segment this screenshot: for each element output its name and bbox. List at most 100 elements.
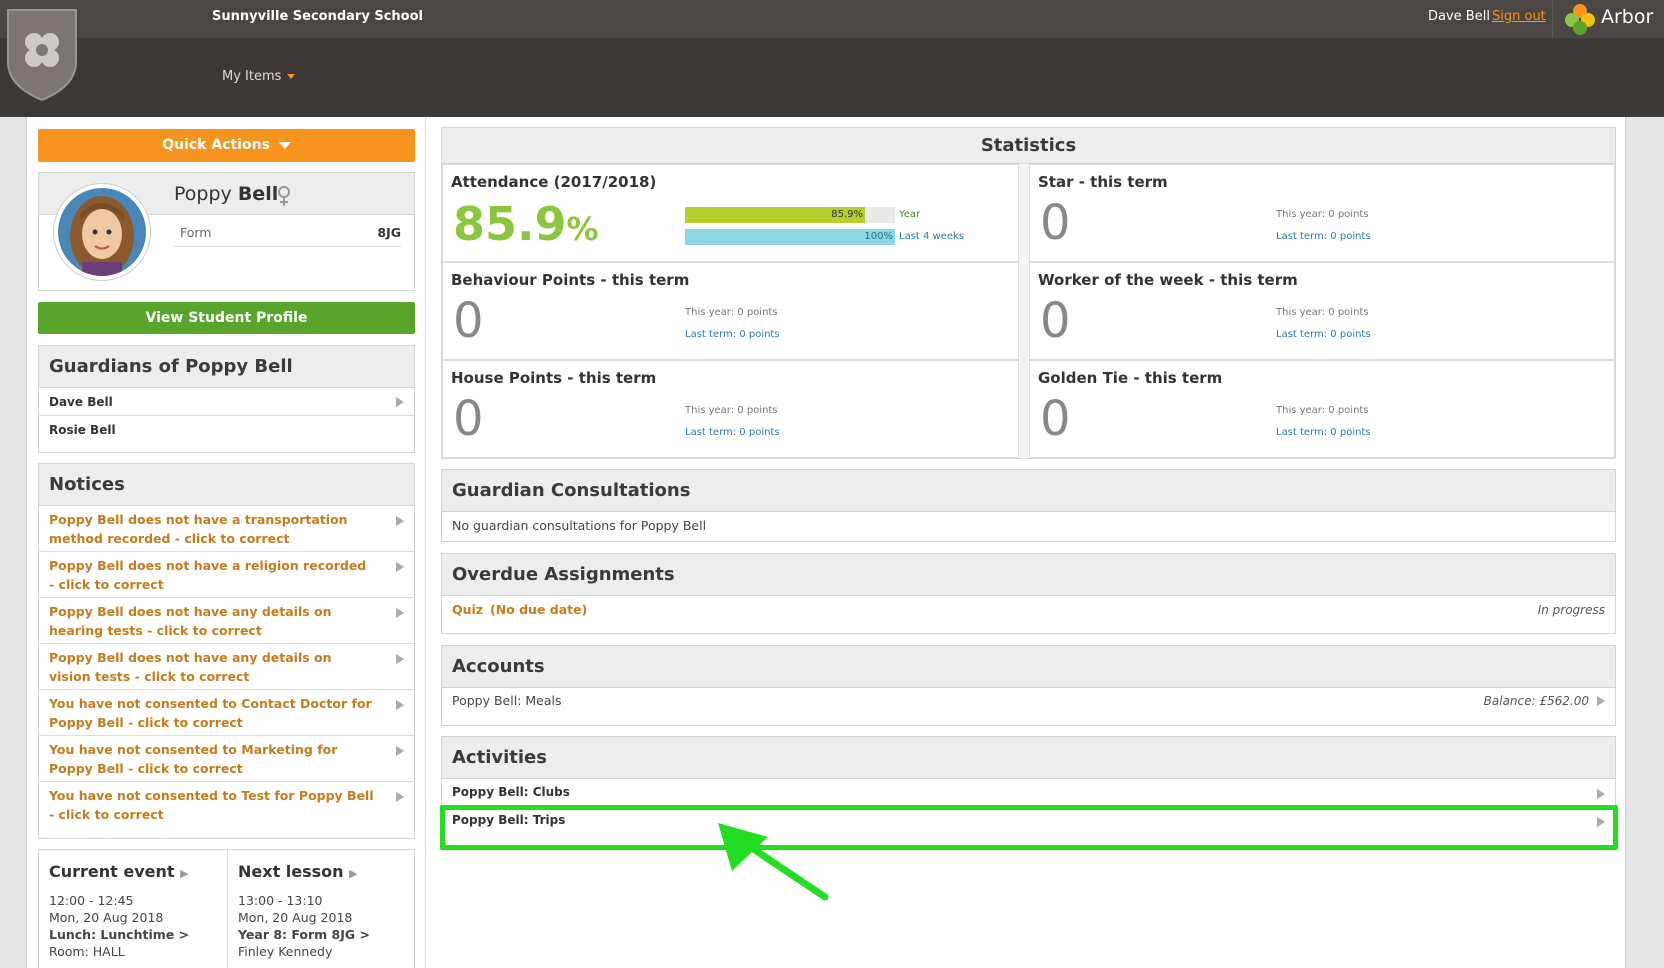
statistics-title: Statistics [442,128,1615,164]
star-title: Star - this term [1038,173,1168,191]
overdue-assignments-panel: Overdue Assignments Quiz (No due date) I… [441,553,1616,634]
student-name: Poppy Bell [174,183,278,205]
avatar[interactable] [53,183,151,281]
student-last-name: Bell [237,183,279,205]
assignment-status: In progress [1537,603,1605,617]
star-last-term: Last term: 0 points [1276,231,1371,242]
school-crest-icon[interactable] [4,6,80,102]
golden-tie-last-term: Last term: 0 points [1276,427,1371,438]
notice-text: You have not consented to Contact Doctor… [49,696,372,730]
worker-this-year: This year: 0 points [1276,307,1369,318]
notice-item[interactable]: You have not consented to Test for Poppy… [39,782,414,828]
activity-clubs-label: Poppy Bell: Clubs [452,785,570,799]
chevron-right-icon [396,700,404,710]
behaviour-stat[interactable]: Behaviour Points - this term 0 This year… [442,262,1019,360]
behaviour-this-year: This year: 0 points [685,307,778,318]
worker-title: Worker of the week - this term [1038,271,1298,289]
arbor-logo-icon [1565,4,1595,35]
notice-item[interactable]: Poppy Bell does not have any details on … [39,598,414,644]
worker-last-term: Last term: 0 points [1276,329,1371,340]
column-divider [425,117,426,968]
next-lesson-link[interactable]: Next lesson ▶ [238,862,358,881]
notice-text: Poppy Bell does not have any details on … [49,604,332,638]
caret-down-icon [287,74,296,79]
notice-item[interactable]: Poppy Bell does not have a transportatio… [39,506,414,552]
attendance-year-text: Year [899,209,921,220]
attendance-stat[interactable]: Attendance (2017/2018) 85.9% 85.9% Year … [442,164,1019,262]
star-stat[interactable]: Star - this term 0 This year: 0 points L… [1029,164,1615,262]
current-event-details: 12:00 - 12:45 Mon, 20 Aug 2018 Lunch: Lu… [49,892,189,960]
attendance-weeks-text: Last 4 weeks [899,231,965,242]
pointer-arrow-icon [718,823,829,901]
notice-text: You have not consented to Marketing for … [49,742,338,776]
next-lesson-time: 13:00 - 13:10 [238,893,323,908]
chevron-right-icon [1597,789,1605,799]
student-card: Poppy Bell Form 8JG [38,172,415,291]
chevron-right-icon [396,516,404,526]
form-value: 8JG [377,225,401,240]
guardian-item[interactable]: Rosie Bell [39,416,414,444]
guardian-item[interactable]: Dave Bell [39,388,414,416]
guardians-title: Guardians of Poppy Bell [39,346,414,388]
account-row[interactable]: Poppy Bell: Meals Balance: £562.00 [442,688,1615,726]
worker-stat[interactable]: Worker of the week - this term 0 This ye… [1029,262,1615,360]
chevron-right-icon [396,654,404,664]
golden-tie-stat[interactable]: Golden Tie - this term 0 This year: 0 po… [1029,360,1615,458]
account-name: Poppy Bell: Meals [452,693,562,708]
form-row: Form 8JG [174,215,401,247]
assignment-row[interactable]: Quiz (No due date) In progress [442,596,1615,634]
attendance-weeks-track: 100% [685,229,895,245]
notice-text: You have not consented to Test for Poppy… [49,788,374,822]
student-first-name: Poppy [174,183,232,205]
house-stat[interactable]: House Points - this term 0 This year: 0 … [442,360,1019,458]
my-items-label: My Items [222,69,282,84]
house-this-year: This year: 0 points [685,405,778,416]
current-event-name[interactable]: Lunch: Lunchtime > [49,926,189,943]
events-panel: Current event ▶ 12:00 - 12:45 Mon, 20 Au… [38,849,415,968]
chevron-right-icon [396,562,404,572]
house-last-term: Last term: 0 points [685,427,780,438]
attendance-unit: % [566,210,599,248]
guardian-name: Dave Bell [49,395,113,409]
current-event-date: Mon, 20 Aug 2018 [49,910,164,925]
house-title: House Points - this term [451,369,657,387]
star-value: 0 [1040,195,1071,251]
assignment-name: Quiz [452,602,484,617]
guardian-consultations-panel: Guardian Consultations No guardian consu… [441,469,1616,542]
notice-text: Poppy Bell does not have a religion reco… [49,558,367,592]
notice-item[interactable]: You have not consented to Marketing for … [39,736,414,782]
golden-tie-value: 0 [1040,391,1071,447]
highlight-box [440,805,1618,850]
accounts-panel: Accounts Poppy Bell: Meals Balance: £562… [441,645,1616,726]
golden-tie-this-year: This year: 0 points [1276,405,1369,416]
next-lesson-details: 13:00 - 13:10 Mon, 20 Aug 2018 Year 8: F… [238,892,370,960]
overdue-assignments-title: Overdue Assignments [442,554,1615,596]
next-lesson-date: Mon, 20 Aug 2018 [238,910,353,925]
quick-actions-button[interactable]: Quick Actions [38,129,415,162]
user-name: Dave Bell [1428,9,1490,24]
current-event-link[interactable]: Current event ▶ [49,862,189,881]
notice-item[interactable]: Poppy Bell does not have a religion reco… [39,552,414,598]
notice-item[interactable]: You have not consented to Contact Doctor… [39,690,414,736]
notice-item[interactable]: Poppy Bell does not have any details on … [39,644,414,690]
notices-title: Notices [39,464,414,506]
activity-item[interactable]: Poppy Bell: Clubs [442,779,1615,807]
arbor-brand[interactable]: Arbor [1552,0,1664,38]
notices-panel: Notices Poppy Bell does not have a trans… [38,463,415,839]
accounts-title: Accounts [442,646,1615,688]
quick-actions-label: Quick Actions [162,137,270,153]
next-lesson-name[interactable]: Year 8: Form 8JG > [238,926,370,943]
guardian-consultations-title: Guardian Consultations [442,470,1615,512]
my-items-menu[interactable]: My Items [222,69,296,84]
notice-text: Poppy Bell does not have a transportatio… [49,512,348,546]
student-photo-icon [58,188,146,276]
view-student-profile-button[interactable]: View Student Profile [38,302,415,334]
account-balance: Balance: £562.00 [1483,694,1589,708]
star-this-year: This year: 0 points [1276,209,1369,220]
caret-right-icon: ▶ [349,867,358,880]
sign-out-link[interactable]: Sign out [1492,9,1546,24]
chevron-right-icon [396,792,404,802]
behaviour-title: Behaviour Points - this term [451,271,690,289]
activities-title: Activities [442,737,1615,779]
behaviour-last-term: Last term: 0 points [685,329,780,340]
